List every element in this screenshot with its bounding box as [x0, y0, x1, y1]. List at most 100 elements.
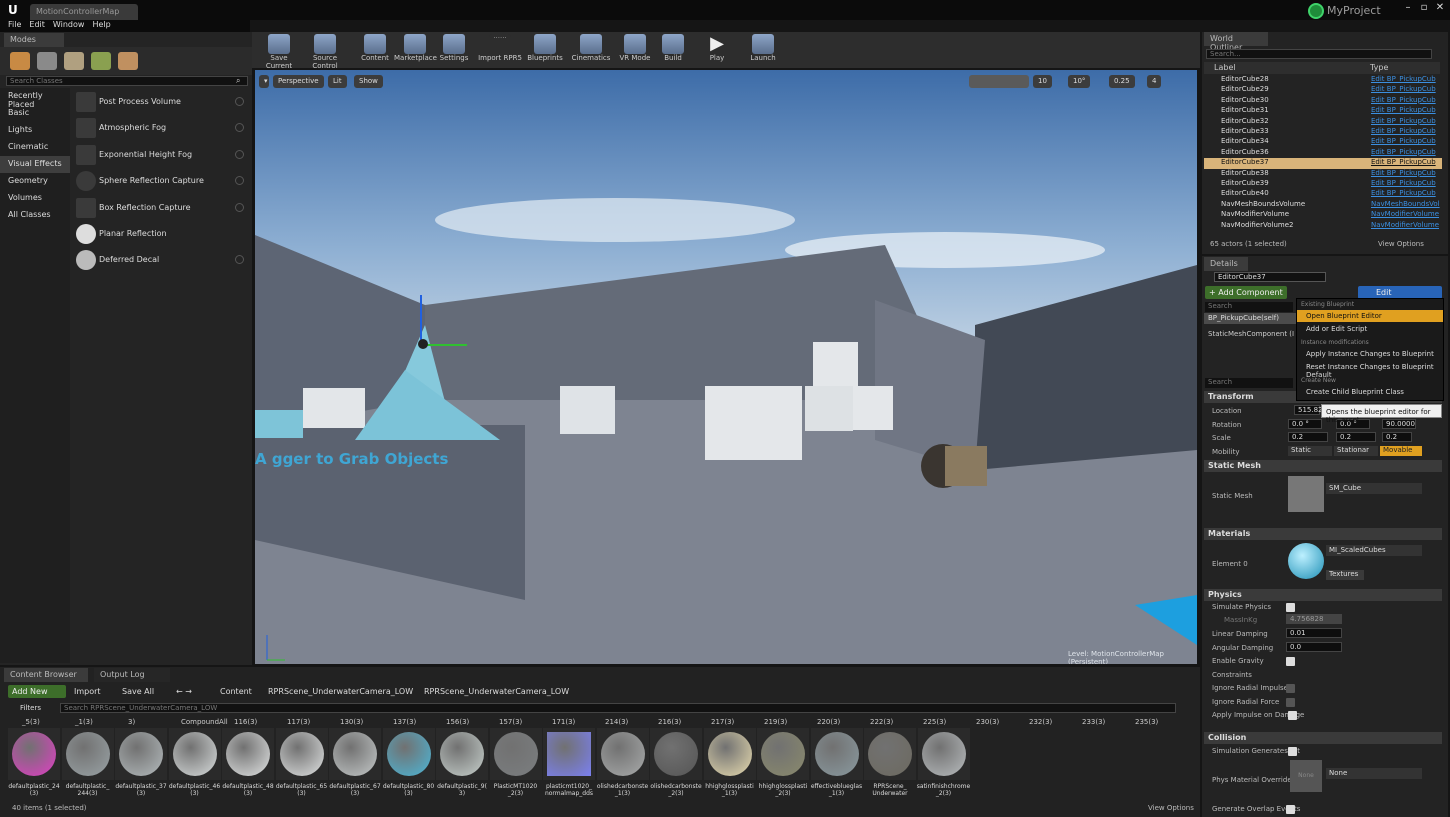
grid-snap-value[interactable]: 10: [1033, 75, 1052, 88]
asset-thumbnail[interactable]: [8, 728, 60, 780]
actor-type-link[interactable]: Edit BP_PickupCub: [1371, 158, 1436, 166]
add-component-button[interactable]: + Add Component: [1205, 286, 1287, 299]
outliner-search-input[interactable]: Search...: [1206, 49, 1432, 59]
asset-thumbnail[interactable]: [917, 728, 970, 780]
scale-x-field[interactable]: 0.2: [1288, 432, 1328, 442]
outliner-view-options[interactable]: View Options: [1378, 240, 1424, 248]
content-view-options[interactable]: View Options: [1148, 804, 1194, 812]
help-icon[interactable]: [235, 255, 244, 264]
content-search-input[interactable]: Search RPRScene_UnderwaterCamera_LOW: [60, 703, 1176, 713]
actor-type-link[interactable]: NavMeshBoundsVol: [1371, 200, 1440, 208]
location-x-field[interactable]: 515.821: [1294, 405, 1327, 415]
perspective-button[interactable]: Perspective: [273, 75, 324, 88]
actor-type-link[interactable]: Edit BP_PickupCub: [1371, 169, 1436, 177]
radial-impulse-checkbox[interactable]: [1286, 684, 1295, 693]
breadcrumb-content[interactable]: Content: [220, 687, 252, 696]
actor-type-link[interactable]: Edit BP_PickupCub: [1371, 127, 1436, 135]
actor-type-link[interactable]: Edit BP_PickupCub: [1371, 137, 1436, 145]
help-icon[interactable]: [235, 97, 244, 106]
actor-type-link[interactable]: Edit BP_PickupCub: [1371, 106, 1436, 114]
component-self[interactable]: BP_PickupCube(self): [1204, 313, 1296, 324]
simulate-physics-checkbox[interactable]: [1286, 603, 1295, 612]
blueprints-button[interactable]: Blueprints: [526, 34, 564, 68]
mobility-stationary[interactable]: Stationar: [1334, 446, 1378, 456]
asset-thumbnail[interactable]: [115, 728, 167, 780]
materials-section[interactable]: Materials: [1204, 528, 1442, 540]
asset-thumbnail[interactable]: [864, 728, 916, 780]
import-button[interactable]: Import: [74, 687, 101, 696]
asset-thumbnail[interactable]: [436, 728, 488, 780]
vr-mode-button[interactable]: VR Mode: [618, 34, 652, 68]
breadcrumb-subfolder[interactable]: RPRScene_UnderwaterCamera_LOW: [424, 687, 569, 696]
linear-damping-field[interactable]: 0.01: [1286, 628, 1342, 638]
marketplace-button[interactable]: Marketplace: [394, 34, 437, 68]
outliner-row[interactable]: EditorCube37 Edit BP_PickupCub: [1204, 158, 1442, 169]
modes-tab[interactable]: Modes: [4, 33, 64, 47]
apply-instance-changes-item[interactable]: Apply Instance Changes to Blueprint: [1297, 348, 1443, 360]
outliner-row[interactable]: NavModifierVolume2 NavModifierVolume: [1204, 221, 1442, 231]
radial-force-checkbox[interactable]: [1286, 698, 1295, 707]
category-geometry[interactable]: Geometry: [0, 173, 70, 190]
outliner-row[interactable]: EditorCube36 Edit BP_PickupCub: [1204, 148, 1442, 158]
actor-type-link[interactable]: Edit BP_PickupCub: [1371, 189, 1436, 197]
material-dropdown[interactable]: MI_ScaledCubes: [1326, 545, 1422, 556]
asset-thumbnail[interactable]: [543, 728, 595, 780]
save-current-button[interactable]: Save Current: [258, 34, 300, 70]
content-button[interactable]: Content: [360, 34, 390, 68]
help-icon[interactable]: [235, 176, 244, 185]
actor-type-link[interactable]: Edit BP_PickupCub: [1371, 75, 1436, 83]
outliner-row[interactable]: EditorCube39 Edit BP_PickupCub: [1204, 179, 1442, 189]
filters-button[interactable]: Filters: [20, 704, 41, 712]
scale-snap-value[interactable]: 0.25: [1109, 75, 1135, 88]
outliner-row[interactable]: EditorCube32 Edit BP_PickupCub: [1204, 117, 1442, 127]
place-item-exponential-height-fog[interactable]: Exponential Height Fog: [72, 143, 252, 169]
asset-thumbnail[interactable]: [222, 728, 274, 780]
col-type[interactable]: Type: [1370, 63, 1388, 72]
camera-speed-value[interactable]: 4: [1147, 75, 1162, 88]
gravity-checkbox[interactable]: [1286, 657, 1295, 666]
collision-section[interactable]: Collision: [1204, 732, 1442, 744]
source-control-button[interactable]: Source Control: [300, 34, 350, 70]
place-item-atmospheric-fog[interactable]: Atmospheric Fog: [72, 116, 252, 142]
mesh-dropdown[interactable]: SM_Cube: [1326, 483, 1422, 494]
menu-help[interactable]: Help: [92, 20, 110, 29]
breadcrumb-folder[interactable]: RPRScene_UnderwaterCamera_LOW: [268, 687, 413, 696]
details-search-input[interactable]: Search: [1205, 378, 1293, 388]
outliner-row[interactable]: NavMeshBoundsVolume NavMeshBoundsVol: [1204, 200, 1442, 210]
menu-file[interactable]: File: [8, 20, 21, 29]
open-blueprint-editor-item[interactable]: Open Blueprint Editor: [1297, 310, 1443, 322]
reset-instance-changes-item[interactable]: Reset Instance Changes to Blueprint Defa…: [1297, 361, 1443, 379]
play-button[interactable]: ▶ Play: [702, 34, 732, 68]
paint-mode-icon[interactable]: [37, 52, 57, 70]
transform-tools-icon[interactable]: [969, 75, 1029, 88]
place-item-sphere-reflection-capture[interactable]: Sphere Reflection Capture: [72, 169, 252, 195]
category-visual-effects[interactable]: Visual Effects: [0, 156, 70, 173]
add-new-button[interactable]: Add New: [8, 685, 66, 698]
outliner-row[interactable]: EditorCube33 Edit BP_PickupCub: [1204, 127, 1442, 137]
geometry-mode-icon[interactable]: [118, 52, 138, 70]
asset-thumbnail[interactable]: [757, 728, 809, 780]
asset-thumbnail[interactable]: [703, 728, 756, 780]
close-button[interactable]: ✕: [1430, 2, 1450, 17]
outliner-row[interactable]: EditorCube28 Edit BP_PickupCub: [1204, 75, 1442, 85]
outliner-row[interactable]: EditorCube31 Edit BP_PickupCub: [1204, 106, 1442, 116]
menu-window[interactable]: Window: [53, 20, 85, 29]
actor-type-link[interactable]: NavModifierVolume: [1371, 210, 1439, 218]
scale-z-field[interactable]: 0.2: [1382, 432, 1412, 442]
asset-thumbnail[interactable]: [275, 728, 328, 780]
sim-hit-checkbox[interactable]: [1288, 747, 1297, 756]
asset-thumbnail[interactable]: [489, 728, 542, 780]
place-item-post-process-volume[interactable]: Post Process Volume: [72, 90, 252, 116]
category-all-classes[interactable]: All Classes: [0, 207, 70, 224]
apply-impulse-checkbox[interactable]: [1288, 711, 1297, 720]
material-thumbnail[interactable]: [1288, 543, 1324, 579]
details-tab[interactable]: Details: [1204, 257, 1248, 271]
search-classes-input[interactable]: Search Classes: [6, 76, 248, 86]
actor-type-link[interactable]: Edit BP_PickupCub: [1371, 148, 1436, 156]
launch-button[interactable]: Launch: [746, 34, 780, 68]
category-volumes[interactable]: Volumes: [0, 190, 70, 207]
actor-type-link[interactable]: Edit BP_PickupCub: [1371, 117, 1436, 125]
actor-type-link[interactable]: Edit BP_PickupCub: [1371, 96, 1436, 104]
save-all-button[interactable]: Save All: [122, 687, 154, 696]
world-outliner-tab[interactable]: World Outliner: [1204, 32, 1268, 52]
